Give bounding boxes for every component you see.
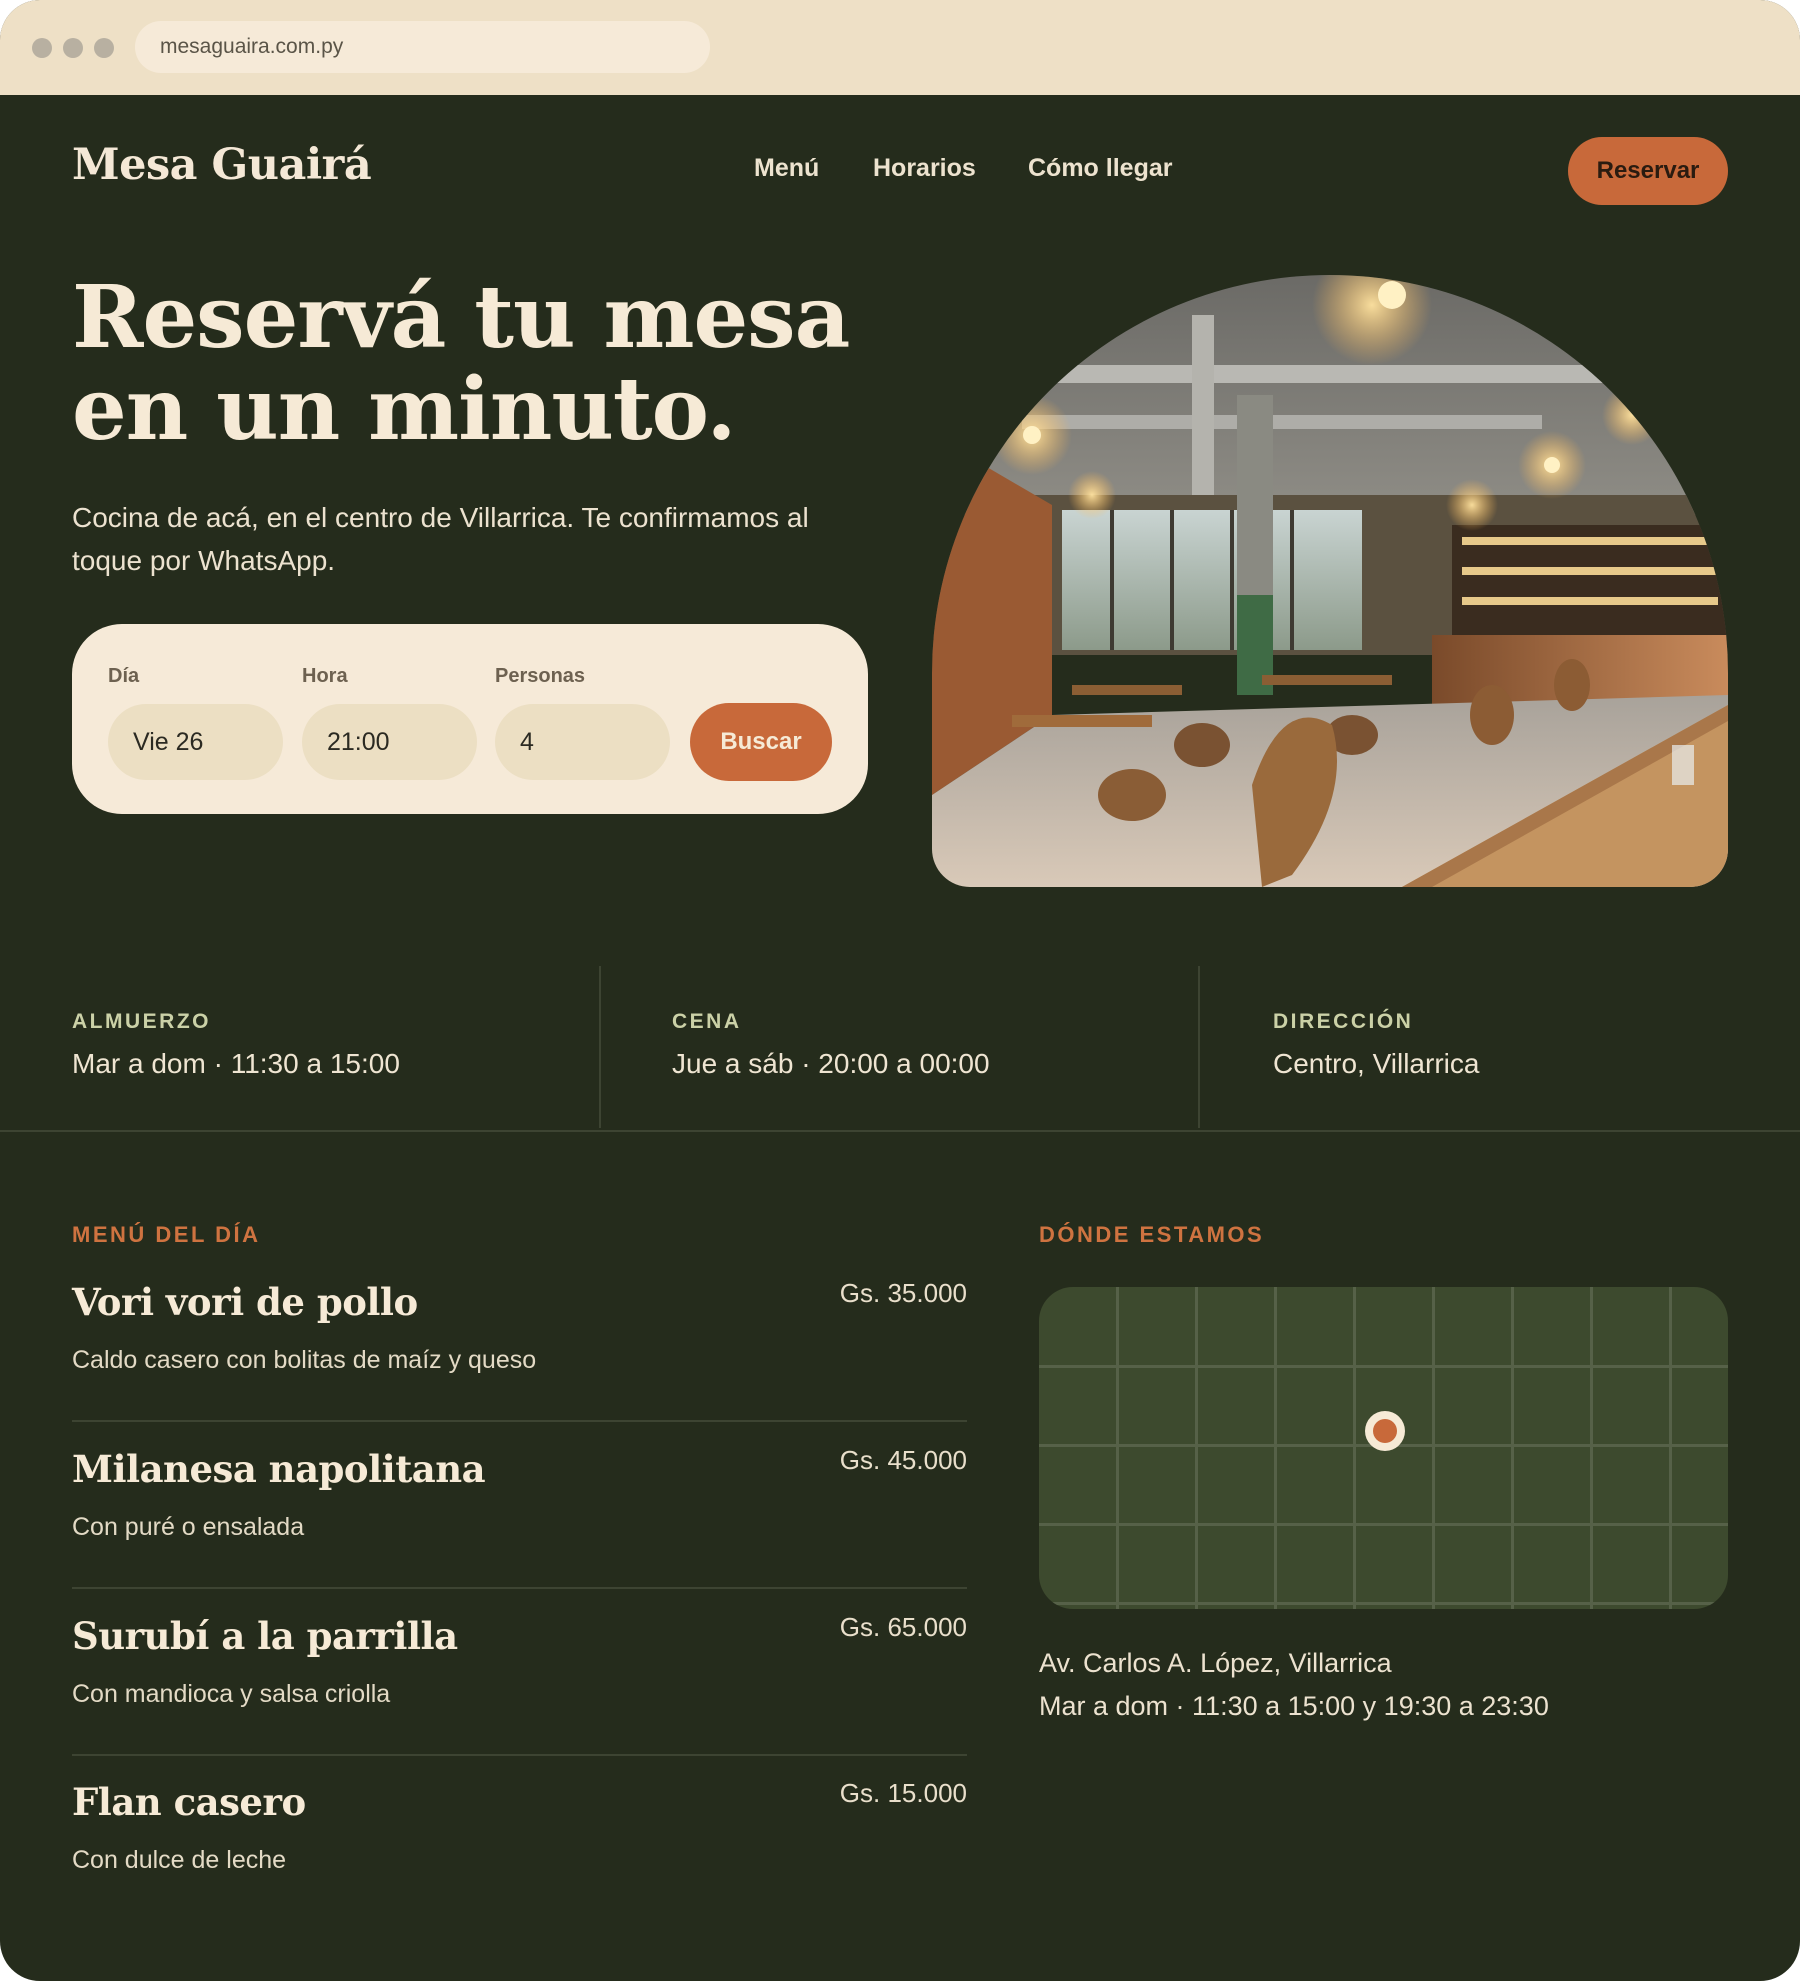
- dish-description: Con mandioca y salsa criolla: [72, 1680, 391, 1708]
- dish-name: Flan casero: [72, 1780, 306, 1824]
- browser-toolbar: mesaguaira.com.py: [0, 0, 1800, 95]
- dish-price: Gs. 15.000: [839, 1778, 967, 1808]
- map-grid-line: [1116, 1287, 1119, 1609]
- site-logo[interactable]: Mesa Guairá: [72, 140, 372, 190]
- location-address: Av. Carlos A. López, Villarrica: [1039, 1648, 1392, 1678]
- menu-item: Surubí a la parrilla Con mandioca y sals…: [72, 1588, 967, 1756]
- address-label: DIRECCIÓN: [1273, 1010, 1414, 1033]
- dish-name: Surubí a la parrilla: [72, 1614, 458, 1658]
- dish-price: Gs. 35.000: [839, 1278, 967, 1308]
- dish-description: Con puré o ensalada: [72, 1513, 305, 1541]
- map-grid-line: [1039, 1365, 1728, 1368]
- lunch-label: ALMUERZO: [72, 1010, 211, 1033]
- hero-title: Reservá tu mesa en un minuto.: [72, 272, 892, 456]
- dinner-hours: Jue a sáb · 20:00 a 00:00: [672, 1048, 990, 1079]
- map-pin-center: [1373, 1419, 1397, 1443]
- nav-link-horarios[interactable]: Horarios: [873, 154, 976, 183]
- dish-name: Vori vori de pollo: [72, 1280, 418, 1324]
- map-grid-line: [1195, 1287, 1198, 1609]
- divider: [599, 966, 601, 1128]
- menu-item: Vori vori de pollo Caldo casero con boli…: [72, 1254, 967, 1422]
- nav-link-menu[interactable]: Menú: [754, 154, 819, 183]
- lunch-hours: Mar a dom · 11:30 a 15:00: [72, 1048, 400, 1079]
- window-maximize-dot[interactable]: [94, 38, 114, 58]
- location-hours: Mar a dom · 11:30 a 15:00 y 19:30 a 23:3…: [1039, 1691, 1549, 1721]
- menu-heading: MENÚ DEL DÍA: [72, 1222, 261, 1247]
- dish-price: Gs. 45.000: [839, 1445, 967, 1475]
- dish-description: Caldo casero con bolitas de maíz y queso: [72, 1346, 537, 1374]
- dinner-label: CENA: [672, 1010, 742, 1033]
- address-bar[interactable]: mesaguaira.com.py: [135, 21, 710, 73]
- map-grid-line: [1432, 1287, 1435, 1609]
- guests-input[interactable]: 4: [495, 704, 670, 780]
- time-label: Hora: [302, 665, 348, 687]
- reserve-button[interactable]: Reservar: [1568, 137, 1728, 205]
- menu-item: Milanesa napolitana Con puré o ensalada …: [72, 1421, 967, 1589]
- map-grid-line: [1039, 1602, 1728, 1605]
- dish-description: Con dulce de leche: [72, 1846, 287, 1874]
- window-close-dot[interactable]: [32, 38, 52, 58]
- hero-title-line-1: Reservá tu mesa: [72, 267, 850, 368]
- location-heading: DÓNDE ESTAMOS: [1039, 1222, 1265, 1247]
- day-label: Día: [108, 665, 140, 687]
- location-map[interactable]: [1039, 1287, 1728, 1609]
- search-button[interactable]: Buscar: [690, 703, 832, 781]
- address-bar-url: mesaguaira.com.py: [160, 35, 344, 58]
- booking-form: Día Hora Personas Vie 26 21:00 4 Buscar: [72, 624, 868, 814]
- time-select[interactable]: 21:00: [302, 704, 477, 780]
- hero-subtitle: Cocina de acá, en el centro de Villarric…: [72, 502, 809, 576]
- map-grid-line: [1511, 1287, 1514, 1609]
- day-select[interactable]: Vie 26: [108, 704, 283, 780]
- dish-price: Gs. 65.000: [839, 1612, 967, 1642]
- nav-link-como-llegar[interactable]: Cómo llegar: [1028, 154, 1172, 183]
- map-grid-line: [1039, 1523, 1728, 1526]
- map-grid-line: [1669, 1287, 1672, 1609]
- dish-name: Milanesa napolitana: [72, 1447, 486, 1491]
- map-grid-line: [1590, 1287, 1593, 1609]
- window-minimize-dot[interactable]: [63, 38, 83, 58]
- address-value: Centro, Villarrica: [1273, 1048, 1480, 1079]
- map-pin-icon[interactable]: [1365, 1411, 1405, 1451]
- map-grid-line: [1353, 1287, 1356, 1609]
- hero-title-line-2: en un minuto.: [72, 359, 736, 460]
- guests-label: Personas: [495, 665, 586, 687]
- restaurant-interior-photo: [932, 275, 1728, 887]
- menu-item: Flan casero Con dulce de leche Gs. 15.00…: [72, 1754, 967, 1920]
- browser-window: mesaguaira.com.py Mesa Guairá Menú Horar…: [0, 0, 1800, 1981]
- divider: [1198, 966, 1200, 1128]
- map-grid-line: [1274, 1287, 1277, 1609]
